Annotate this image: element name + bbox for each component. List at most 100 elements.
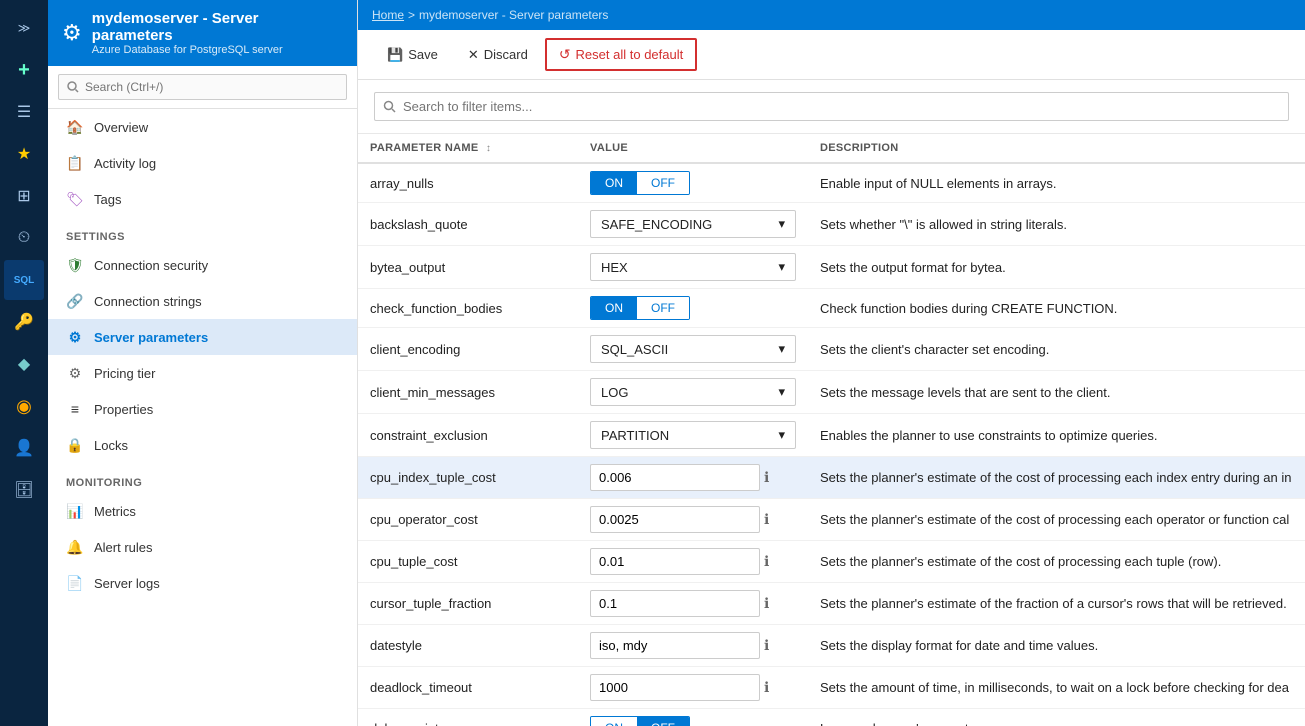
param-value-cell[interactable]: ℹ [578, 499, 808, 541]
param-value-cell[interactable]: ℹ [578, 541, 808, 583]
column-header-name: PARAMETER NAME ↕ [358, 134, 578, 163]
alert-rules-icon: 🔔 [66, 538, 84, 556]
param-value-cell[interactable]: SQL_ASCII▾ [578, 328, 808, 371]
sidebar-item-overview[interactable]: 🏠 Overview [48, 109, 357, 145]
sidebar-item-server-logs[interactable]: 📄 Server logs [48, 565, 357, 601]
activity-log-icon: 📋 [66, 154, 84, 172]
diamond-icon[interactable]: ◆ [4, 344, 44, 384]
info-icon[interactable]: ℹ [764, 595, 769, 612]
params-table: PARAMETER NAME ↕ VALUE DESCRIPTION array… [358, 134, 1305, 726]
table-row: deadlock_timeoutℹSets the amount of time… [358, 667, 1305, 709]
param-value-cell[interactable]: ONOFF [578, 163, 808, 203]
table-row: bytea_outputHEX▾Sets the output format f… [358, 246, 1305, 289]
dropdown-select[interactable]: HEX▾ [590, 253, 796, 281]
chevron-down-icon: ▾ [778, 341, 785, 357]
sidebar-subtitle: Azure Database for PostgreSQL server [92, 44, 343, 56]
param-name-cell: cpu_tuple_cost [358, 541, 578, 583]
param-text-input[interactable] [590, 548, 760, 575]
info-icon[interactable]: ℹ [764, 469, 769, 486]
info-icon[interactable]: ℹ [764, 553, 769, 570]
dropdown-value: SAFE_ENCODING [601, 217, 712, 232]
sql-icon[interactable]: SQL [4, 260, 44, 300]
sort-icon[interactable]: ↕ [486, 143, 491, 154]
sidebar-item-connection-security[interactable]: 🛡 Connection security [48, 247, 357, 283]
info-icon[interactable]: ℹ [764, 679, 769, 696]
sidebar-item-label: Activity log [94, 156, 156, 171]
toggle-on-button[interactable]: ON [591, 297, 637, 319]
reset-button[interactable]: ↺ Reset all to default [545, 38, 697, 71]
settings-section-label: SETTINGS [48, 217, 357, 247]
param-value-cell[interactable]: ℹ [578, 583, 808, 625]
param-text-input[interactable] [590, 590, 760, 617]
key-icon[interactable]: 🔑 [4, 302, 44, 342]
table-row: debug_print_parseONOFFLogs each query's … [358, 709, 1305, 726]
clock-icon[interactable]: ⏲ [4, 218, 44, 258]
sidebar-item-pricing-tier[interactable]: ⚙ Pricing tier [48, 355, 357, 391]
pricing-tier-icon: ⚙ [66, 364, 84, 382]
hamburger-icon[interactable]: ☰ [4, 92, 44, 132]
toggle-group[interactable]: ONOFF [590, 171, 690, 195]
param-text-input[interactable] [590, 674, 760, 701]
param-description-cell: Sets the message levels that are sent to… [808, 371, 1305, 414]
dropdown-select[interactable]: SQL_ASCII▾ [590, 335, 796, 363]
sidebar-item-activity-log[interactable]: 📋 Activity log [48, 145, 357, 181]
search-input[interactable] [58, 74, 347, 100]
sidebar-item-locks[interactable]: 🔒 Locks [48, 427, 357, 463]
toggle-group[interactable]: ONOFF [590, 716, 690, 726]
sidebar-item-alert-rules[interactable]: 🔔 Alert rules [48, 529, 357, 565]
param-description-cell: Enables the planner to use constraints t… [808, 414, 1305, 457]
grid-icon[interactable]: ⊞ [4, 176, 44, 216]
info-icon[interactable]: ℹ [764, 637, 769, 654]
server-params-icon: ⚙ [66, 328, 84, 346]
discard-button[interactable]: ✕ Discard [455, 40, 541, 70]
param-value-cell[interactable]: ℹ [578, 625, 808, 667]
sidebar: ⚙ mydemoserver - Server parameters Azure… [48, 0, 358, 726]
person-icon[interactable]: 👤 [4, 428, 44, 468]
param-name-cell: client_encoding [358, 328, 578, 371]
param-value-cell[interactable]: ℹ [578, 667, 808, 709]
breadcrumb-separator: > [408, 8, 415, 22]
param-name-cell: check_function_bodies [358, 289, 578, 328]
param-text-input[interactable] [590, 464, 760, 491]
content-area: PARAMETER NAME ↕ VALUE DESCRIPTION array… [358, 80, 1305, 726]
param-text-input[interactable] [590, 632, 760, 659]
sidebar-title: mydemoserver - Server parameters [92, 10, 343, 44]
param-value-cell[interactable]: SAFE_ENCODING▾ [578, 203, 808, 246]
sidebar-item-label: Metrics [94, 504, 136, 519]
expand-icon[interactable]: ≫ [4, 8, 44, 48]
param-value-cell[interactable]: PARTITION▾ [578, 414, 808, 457]
param-value-cell[interactable]: ℹ [578, 457, 808, 499]
toggle-off-button[interactable]: OFF [637, 717, 689, 726]
param-text-input[interactable] [590, 506, 760, 533]
param-value-cell[interactable]: ONOFF [578, 709, 808, 726]
connection-security-icon: 🛡 [66, 256, 84, 274]
star-icon[interactable]: ★ [4, 134, 44, 174]
sidebar-search-area [48, 66, 357, 109]
sidebar-item-metrics[interactable]: 📊 Metrics [48, 493, 357, 529]
toggle-off-button[interactable]: OFF [637, 297, 689, 319]
db-icon[interactable]: 🗄 [4, 470, 44, 510]
dropdown-select[interactable]: LOG▾ [590, 378, 796, 406]
plus-icon[interactable]: + [4, 50, 44, 90]
save-button[interactable]: 💾 Save [374, 40, 451, 70]
breadcrumb-home[interactable]: Home [372, 8, 404, 22]
param-value-cell[interactable]: LOG▾ [578, 371, 808, 414]
param-value-cell[interactable]: ONOFF [578, 289, 808, 328]
toggle-on-button[interactable]: ON [591, 172, 637, 194]
dropdown-select[interactable]: PARTITION▾ [590, 421, 796, 449]
toggle-on-button[interactable]: ON [591, 717, 637, 726]
filter-input[interactable] [374, 92, 1289, 121]
param-description-cell: Sets the planner's estimate of the cost … [808, 499, 1305, 541]
param-description-cell: Check function bodies during CREATE FUNC… [808, 289, 1305, 328]
toggle-off-button[interactable]: OFF [637, 172, 689, 194]
sidebar-item-properties[interactable]: ≡ Properties [48, 391, 357, 427]
param-value-cell[interactable]: HEX▾ [578, 246, 808, 289]
sidebar-item-connection-strings[interactable]: 🔗 Connection strings [48, 283, 357, 319]
circle-icon[interactable]: ◉ [4, 386, 44, 426]
dropdown-select[interactable]: SAFE_ENCODING▾ [590, 210, 796, 238]
param-name-cell: datestyle [358, 625, 578, 667]
toggle-group[interactable]: ONOFF [590, 296, 690, 320]
info-icon[interactable]: ℹ [764, 511, 769, 528]
sidebar-item-tags[interactable]: 🏷 Tags [48, 181, 357, 217]
sidebar-item-server-parameters[interactable]: ⚙ Server parameters [48, 319, 357, 355]
